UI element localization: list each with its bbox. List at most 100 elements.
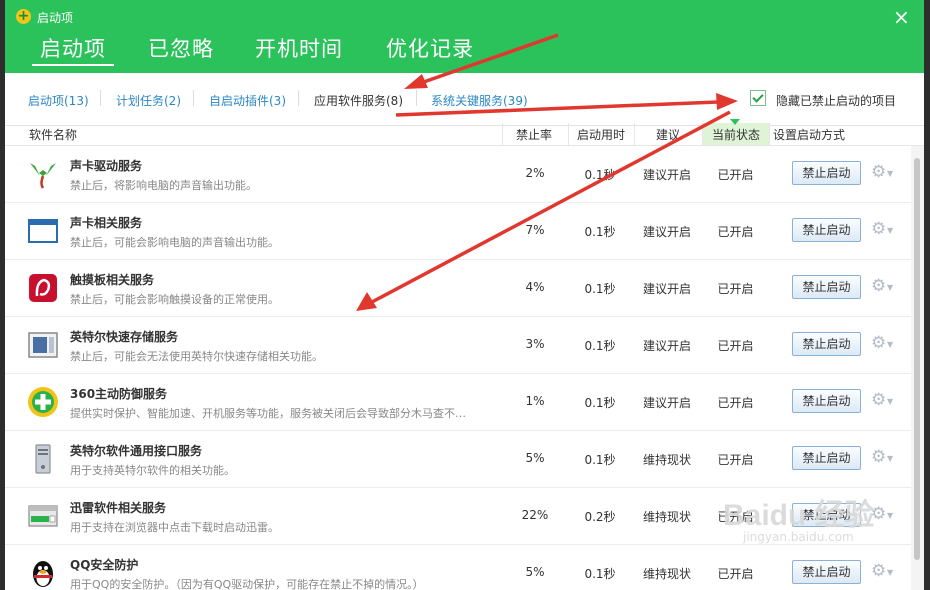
360-shield-icon	[27, 386, 59, 418]
divider	[193, 90, 194, 106]
startup-time: 0.1秒	[584, 339, 616, 353]
disable-startup-button[interactable]: 禁止启动	[792, 275, 861, 299]
divider	[416, 90, 417, 106]
scrollbar-thumb[interactable]	[914, 158, 920, 560]
table-row: 声卡驱动服务 禁止后，将影响电脑的声音输出功能。 2% 0.1秒 建议开启 已开…	[5, 146, 911, 203]
disable-startup-button[interactable]: 禁止启动	[792, 446, 861, 470]
col-name[interactable]: 软件名称	[29, 126, 77, 143]
current-status: 已开启	[717, 168, 754, 182]
server-icon	[27, 443, 59, 475]
tab-ignored[interactable]: 已忽略	[148, 33, 214, 63]
col-rate[interactable]: 禁止率	[516, 126, 552, 143]
service-description: 用于QQ的安全防护。（因为有QQ驱动保护，可能存在禁止不掉的情况。）	[70, 578, 424, 590]
chevron-down-icon[interactable]: ▼	[887, 568, 893, 577]
current-status: 已开启	[717, 453, 754, 467]
disable-startup-button[interactable]: 禁止启动	[792, 161, 861, 185]
window-app-icon	[27, 215, 59, 247]
disable-startup-button[interactable]: 禁止启动	[792, 332, 861, 356]
gear-icon[interactable]: ⚙	[871, 220, 886, 238]
startup-time: 0.1秒	[584, 453, 616, 467]
tab-optimize-log[interactable]: 优化记录	[386, 33, 474, 63]
suggestion: 建议开启	[642, 396, 691, 410]
divider	[769, 123, 770, 145]
chevron-down-icon[interactable]: ▼	[887, 340, 893, 349]
table-row: 触摸板相关服务 禁止后，可能会影响触摸设备的正常使用。 4% 0.1秒 建议开启…	[5, 260, 911, 317]
service-name: 声卡驱动服务	[70, 159, 143, 173]
suggestion: 维持现状	[642, 567, 691, 581]
service-name: QQ安全防护	[70, 558, 139, 572]
col-time[interactable]: 启动用时	[577, 126, 625, 143]
service-name: 英特尔软件通用接口服务	[70, 444, 203, 458]
gear-icon[interactable]: ⚙	[871, 277, 886, 295]
suggestion: 维持现状	[642, 510, 691, 524]
suggestion: 建议开启	[642, 339, 691, 353]
suggestion: 维持现状	[642, 453, 691, 467]
360-logo-icon: +	[16, 8, 31, 24]
gear-icon[interactable]: ⚙	[871, 163, 886, 181]
disable-rate: 5%	[525, 565, 545, 579]
vertical-scrollbar[interactable]	[911, 146, 924, 590]
chevron-down-icon[interactable]: ▼	[887, 226, 893, 235]
disable-rate: 5%	[525, 451, 545, 465]
disable-rate: 4%	[525, 280, 545, 294]
suggestion: 建议开启	[642, 225, 691, 239]
service-description: 禁止后，可能会影响触摸设备的正常使用。	[70, 293, 279, 306]
subtab-system-services[interactable]: 系统关键服务(39)	[431, 92, 528, 109]
current-status: 已开启	[717, 396, 754, 410]
gear-icon[interactable]: ⚙	[871, 334, 886, 352]
service-name: 触摸板相关服务	[70, 273, 155, 287]
col-setting: 设置启动方式	[773, 128, 846, 142]
divider	[502, 123, 503, 145]
watermark-logo: Baidu 经验	[723, 499, 875, 532]
tab-boot-time[interactable]: 开机时间	[255, 33, 343, 63]
chevron-down-icon[interactable]: ▼	[887, 397, 893, 406]
divider	[568, 123, 569, 145]
service-name: 360主动防御服务	[70, 387, 168, 401]
table-row: 声卡相关服务 禁止后，可能会影响电脑的声音输出功能。 7% 0.1秒 建议开启 …	[5, 203, 911, 260]
col-status[interactable]: 当前状态	[712, 126, 760, 143]
service-name: 英特尔快速存储服务	[70, 330, 179, 344]
suggestion: 建议开启	[642, 282, 691, 296]
divider	[702, 123, 703, 145]
suggestion: 建议开启	[642, 168, 691, 182]
chevron-down-icon[interactable]: ▼	[887, 169, 893, 178]
subtab-startup-items[interactable]: 启动项(13)	[28, 92, 89, 109]
intel-storage-icon	[27, 329, 59, 361]
startup-time: 0.2秒	[584, 510, 616, 524]
divider	[298, 90, 299, 106]
watermark-url: jingyan.baidu.com	[743, 530, 854, 544]
startup-time: 0.1秒	[584, 396, 616, 410]
col-suggestion[interactable]: 建议	[656, 126, 680, 143]
startup-time: 0.1秒	[584, 225, 616, 239]
divider	[100, 90, 101, 106]
disable-startup-button[interactable]: 禁止启动	[792, 560, 861, 584]
download-drive-icon	[27, 500, 59, 532]
disable-rate: 22%	[521, 508, 549, 522]
startup-time: 0.1秒	[584, 282, 616, 296]
startup-time: 0.1秒	[584, 168, 616, 182]
hide-disabled-label: 隐藏已禁止启动的项目	[776, 94, 897, 108]
startup-time: 0.1秒	[584, 567, 616, 581]
service-description: 禁止后，可能会无法使用英特尔快速存储相关功能。	[70, 350, 323, 363]
disable-rate: 2%	[525, 166, 545, 180]
close-button[interactable]: ×	[893, 7, 910, 27]
chevron-down-icon[interactable]: ▼	[887, 454, 893, 463]
disable-rate: 7%	[525, 223, 545, 237]
chevron-down-icon[interactable]: ▼	[887, 283, 893, 292]
gear-icon[interactable]: ⚙	[871, 391, 886, 409]
disable-startup-button[interactable]: 禁止启动	[792, 389, 861, 413]
tab-startup[interactable]: 启动项	[32, 33, 114, 66]
subtab-autostart-plugins[interactable]: 自启动插件(3)	[209, 92, 286, 109]
subtab-scheduled-tasks[interactable]: 计划任务(2)	[116, 92, 181, 109]
current-status: 已开启	[717, 282, 754, 296]
service-name: 声卡相关服务	[70, 216, 143, 230]
window-title: 启动项	[37, 11, 74, 25]
subtab-app-services[interactable]: 应用软件服务(8)	[314, 92, 403, 109]
gear-icon[interactable]: ⚙	[871, 448, 886, 466]
current-status: 已开启	[717, 339, 754, 353]
hide-disabled-checkbox[interactable]	[750, 90, 766, 106]
gear-icon[interactable]: ⚙	[871, 562, 886, 580]
disable-startup-button[interactable]: 禁止启动	[792, 218, 861, 242]
service-description: 用于支持英特尔软件的相关功能。	[70, 464, 235, 477]
table-row: 英特尔软件通用接口服务 用于支持英特尔软件的相关功能。 5% 0.1秒 维持现状…	[5, 431, 911, 488]
